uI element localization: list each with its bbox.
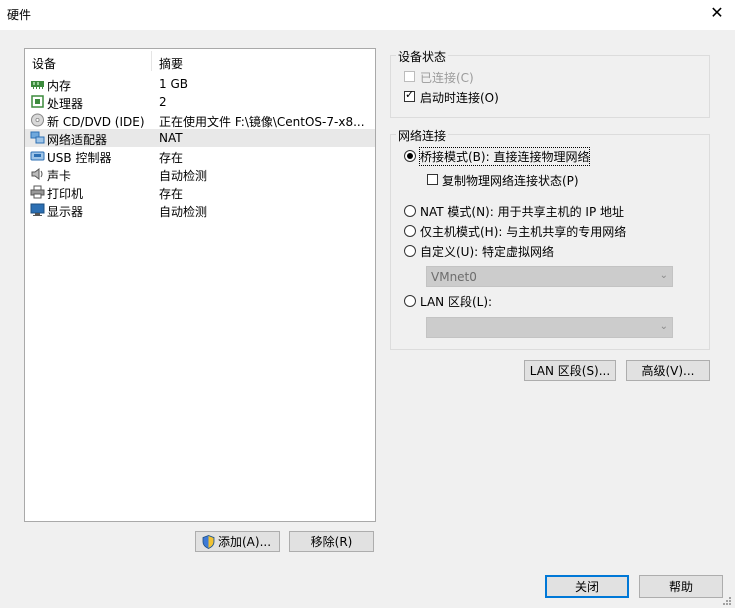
memory-icon bbox=[31, 81, 44, 89]
device-list-header: 设备 摘要 bbox=[25, 49, 375, 73]
connected-label: 已连接(C) bbox=[420, 71, 474, 85]
lan-segment-radio[interactable] bbox=[404, 295, 416, 307]
printer-icon bbox=[30, 185, 45, 199]
title-bar: 硬件 ✕ bbox=[0, 0, 735, 30]
cd-icon bbox=[31, 113, 44, 127]
device-row-processor[interactable]: 处理器 2 bbox=[25, 93, 375, 111]
device-status-title: 设备状态 bbox=[396, 48, 449, 65]
device-list[interactable]: 设备 摘要 内存 1 GB 处理器 2 新 CD/DVD (IDE) 正在使用文… bbox=[24, 48, 376, 522]
cpu-icon bbox=[31, 95, 44, 108]
connect-at-power-on-label: 启动时连接(O) bbox=[420, 91, 499, 105]
shield-icon bbox=[202, 535, 215, 549]
close-button[interactable]: 关闭 bbox=[545, 575, 629, 598]
column-header-device[interactable]: 设备 bbox=[32, 55, 56, 72]
resize-grip-icon[interactable] bbox=[722, 596, 732, 606]
advanced-button[interactable]: 高级(V)... bbox=[626, 360, 710, 381]
device-name: 显示器 bbox=[47, 205, 84, 219]
chevron-down-icon: ⌄ bbox=[659, 321, 668, 332]
remove-button[interactable]: 移除(R) bbox=[289, 531, 374, 552]
device-row-network-adapter[interactable]: 网络适配器 NAT bbox=[25, 129, 375, 147]
window-title: 硬件 bbox=[7, 8, 32, 22]
device-row-sound-card[interactable]: 声卡 自动检测 bbox=[25, 165, 375, 183]
column-header-summary[interactable]: 摘要 bbox=[159, 55, 183, 72]
replicate-state-checkbox[interactable] bbox=[427, 174, 438, 185]
usb-icon bbox=[30, 151, 45, 161]
custom-radio[interactable] bbox=[404, 245, 416, 257]
device-summary: 2 bbox=[159, 95, 167, 109]
chevron-down-icon: ⌄ bbox=[659, 270, 668, 281]
device-row-usb-controller[interactable]: USB 控制器 存在 bbox=[25, 147, 375, 165]
device-summary: NAT bbox=[159, 131, 183, 145]
device-summary: 存在 bbox=[159, 151, 184, 165]
lan-segment-select[interactable]: ⌄ bbox=[426, 317, 673, 338]
radio-dot-icon bbox=[407, 153, 413, 159]
device-summary: 自动检测 bbox=[159, 169, 208, 183]
device-name: 网络适配器 bbox=[47, 133, 108, 147]
custom-network-value: VMnet0 bbox=[431, 270, 477, 284]
help-button[interactable]: 帮助 bbox=[639, 575, 723, 598]
network-connection-title: 网络连接 bbox=[396, 127, 449, 144]
host-only-radio[interactable] bbox=[404, 225, 416, 237]
bridged-radio[interactable] bbox=[404, 150, 416, 162]
lan-segment-label: LAN 区段(L): bbox=[420, 295, 493, 309]
device-name: 声卡 bbox=[47, 169, 72, 183]
device-name: 处理器 bbox=[47, 97, 84, 111]
checkmark-icon: ✓ bbox=[405, 88, 415, 101]
device-row-memory[interactable]: 内存 1 GB bbox=[25, 75, 375, 93]
replicate-state-label: 复制物理网络连接状态(P) bbox=[442, 174, 579, 188]
connected-checkbox[interactable] bbox=[404, 71, 415, 82]
column-separator[interactable] bbox=[151, 51, 152, 71]
device-name: 内存 bbox=[47, 79, 72, 93]
monitor-icon bbox=[30, 203, 45, 216]
device-name: USB 控制器 bbox=[47, 151, 112, 165]
device-row-printer[interactable]: 打印机 存在 bbox=[25, 183, 375, 201]
add-button-label: 添加(A)... bbox=[218, 535, 272, 549]
connect-at-power-on-checkbox[interactable]: ✓ bbox=[404, 88, 415, 102]
device-summary: 1 GB bbox=[159, 77, 188, 91]
lan-segments-button[interactable]: LAN 区段(S)... bbox=[524, 360, 616, 381]
device-name: 打印机 bbox=[47, 187, 84, 201]
device-summary: 正在使用文件 F:\镜像\CentOS-7-x8... bbox=[159, 115, 365, 129]
device-row-cd-dvd[interactable]: 新 CD/DVD (IDE) 正在使用文件 F:\镜像\CentOS-7-x8.… bbox=[25, 111, 375, 129]
nat-radio[interactable] bbox=[404, 205, 416, 217]
custom-network-select[interactable]: VMnet0 ⌄ bbox=[426, 266, 673, 287]
host-only-label: 仅主机模式(H): 与主机共享的专用网络 bbox=[420, 225, 627, 239]
custom-label: 自定义(U): 特定虚拟网络 bbox=[420, 245, 555, 259]
network-adapter-icon bbox=[30, 131, 45, 144]
add-button[interactable]: 添加(A)... bbox=[195, 531, 280, 552]
nat-label: NAT 模式(N): 用于共享主机的 IP 地址 bbox=[420, 205, 625, 219]
device-row-display[interactable]: 显示器 自动检测 bbox=[25, 201, 375, 219]
device-summary: 存在 bbox=[159, 187, 184, 201]
close-window-icon[interactable]: ✕ bbox=[706, 2, 728, 24]
bridged-label: 桥接模式(B): 直接连接物理网络 bbox=[418, 147, 591, 166]
device-name: 新 CD/DVD (IDE) bbox=[47, 115, 145, 129]
speaker-icon bbox=[31, 168, 43, 180]
device-summary: 自动检测 bbox=[159, 205, 208, 219]
